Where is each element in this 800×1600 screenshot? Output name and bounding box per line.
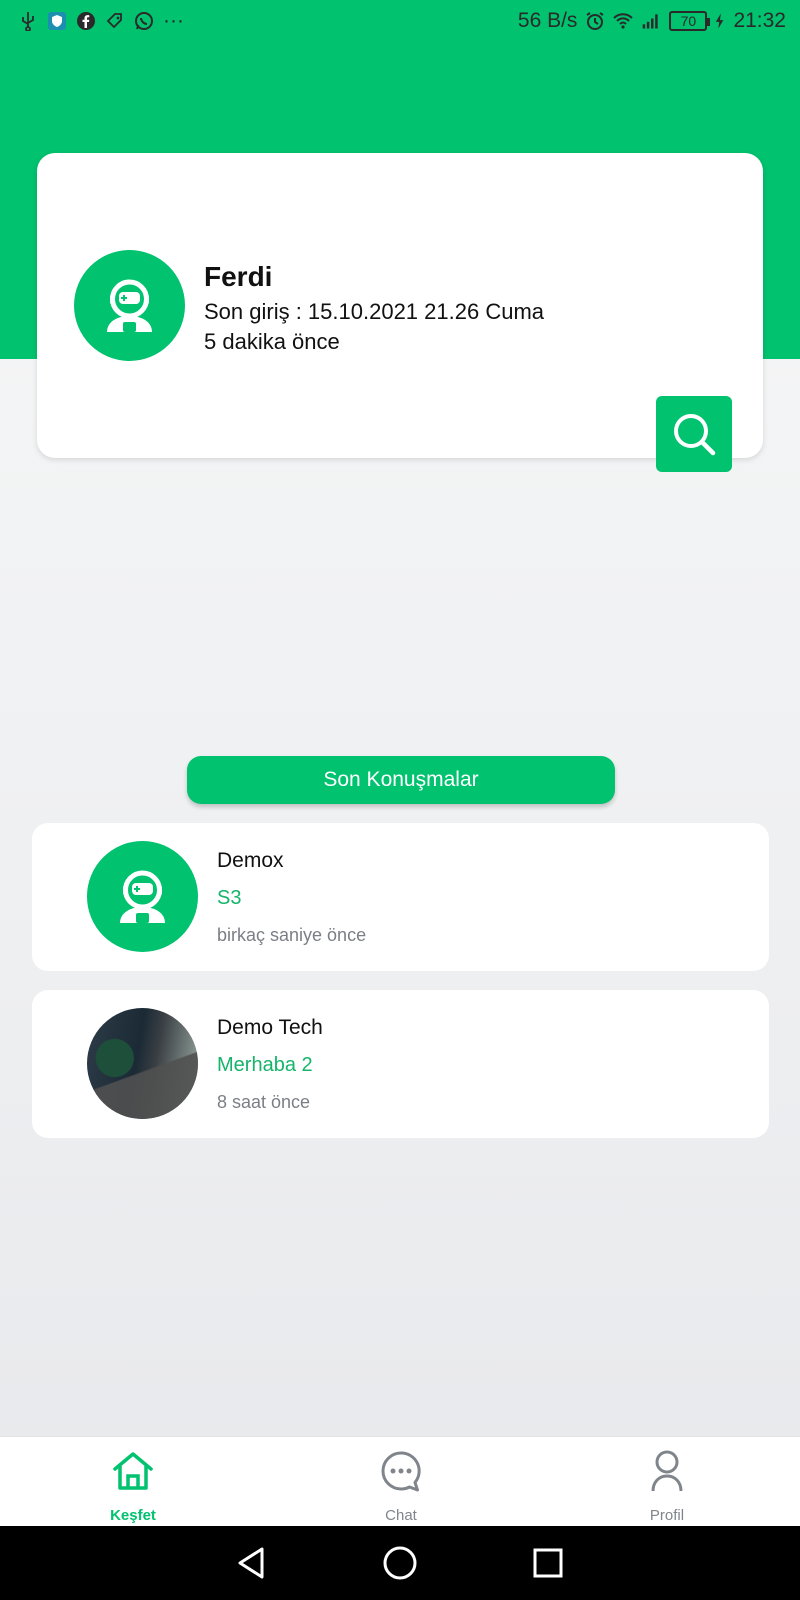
battery-icon: 70 bbox=[669, 11, 711, 31]
home-system-icon[interactable] bbox=[378, 1541, 422, 1585]
tab-label: Profil bbox=[649, 1507, 685, 1524]
last-login-text: Son giriş : 15.10.2021 21.26 Cuma bbox=[204, 299, 545, 324]
tab-kesfet[interactable]: Keşfet bbox=[63, 1437, 203, 1527]
chat-icon bbox=[381, 1451, 421, 1492]
last-login-ago: 5 dakika önce bbox=[204, 329, 340, 354]
tab-label: Keşfet bbox=[110, 1507, 156, 1524]
photo-avatar bbox=[87, 1008, 198, 1119]
profile-name: Ferdi bbox=[204, 261, 273, 292]
signal-icon bbox=[643, 14, 659, 29]
whatsapp-icon bbox=[135, 12, 153, 30]
profile-card: Ferdi Son giriş : 15.10.2021 21.26 Cuma … bbox=[37, 153, 763, 458]
charging-icon bbox=[716, 13, 724, 29]
search-icon bbox=[674, 414, 716, 456]
conversation-time: birkaç saniye önce bbox=[217, 925, 367, 945]
tab-chat[interactable]: Chat bbox=[331, 1437, 471, 1527]
tag-icon bbox=[106, 13, 122, 29]
bottom-navigation: Keşfet Chat Profil bbox=[0, 1436, 800, 1526]
conversation-item[interactable]: Demo Tech Merhaba 2 8 saat önce bbox=[32, 990, 769, 1138]
robot-avatar-icon bbox=[87, 841, 198, 952]
recent-conversations-button[interactable]: Son Konuşmalar bbox=[187, 756, 615, 804]
shield-app-icon bbox=[48, 12, 66, 30]
conversation-name: Demox bbox=[217, 849, 284, 872]
facebook-icon bbox=[77, 12, 95, 30]
alarm-icon bbox=[586, 12, 604, 30]
recents-icon[interactable] bbox=[526, 1541, 570, 1585]
clock: 21:32 bbox=[733, 9, 786, 32]
robot-avatar-icon[interactable] bbox=[74, 250, 185, 361]
network-speed: 56 B/s bbox=[517, 9, 578, 32]
back-icon[interactable] bbox=[230, 1541, 274, 1585]
status-bar: ··· 56 B/s 70 21:32 bbox=[0, 0, 800, 44]
more-notifications: ··· bbox=[163, 9, 184, 32]
home-icon bbox=[113, 1452, 153, 1490]
conversation-last-message: S3 bbox=[217, 887, 242, 909]
conversation-time: 8 saat önce bbox=[217, 1092, 311, 1112]
conversation-name: Demo Tech bbox=[217, 1016, 323, 1039]
conversation-item[interactable]: Demox S3 birkaç saniye önce bbox=[32, 823, 769, 971]
profile-icon bbox=[651, 1450, 683, 1492]
system-navigation-bar bbox=[0, 1526, 800, 1600]
tab-label: Chat bbox=[385, 1507, 417, 1524]
conversation-last-message: Merhaba 2 bbox=[217, 1054, 313, 1076]
search-button[interactable] bbox=[656, 396, 732, 472]
wifi-icon bbox=[613, 13, 634, 29]
tab-profil[interactable]: Profil bbox=[597, 1437, 737, 1527]
usb-icon bbox=[22, 12, 34, 31]
